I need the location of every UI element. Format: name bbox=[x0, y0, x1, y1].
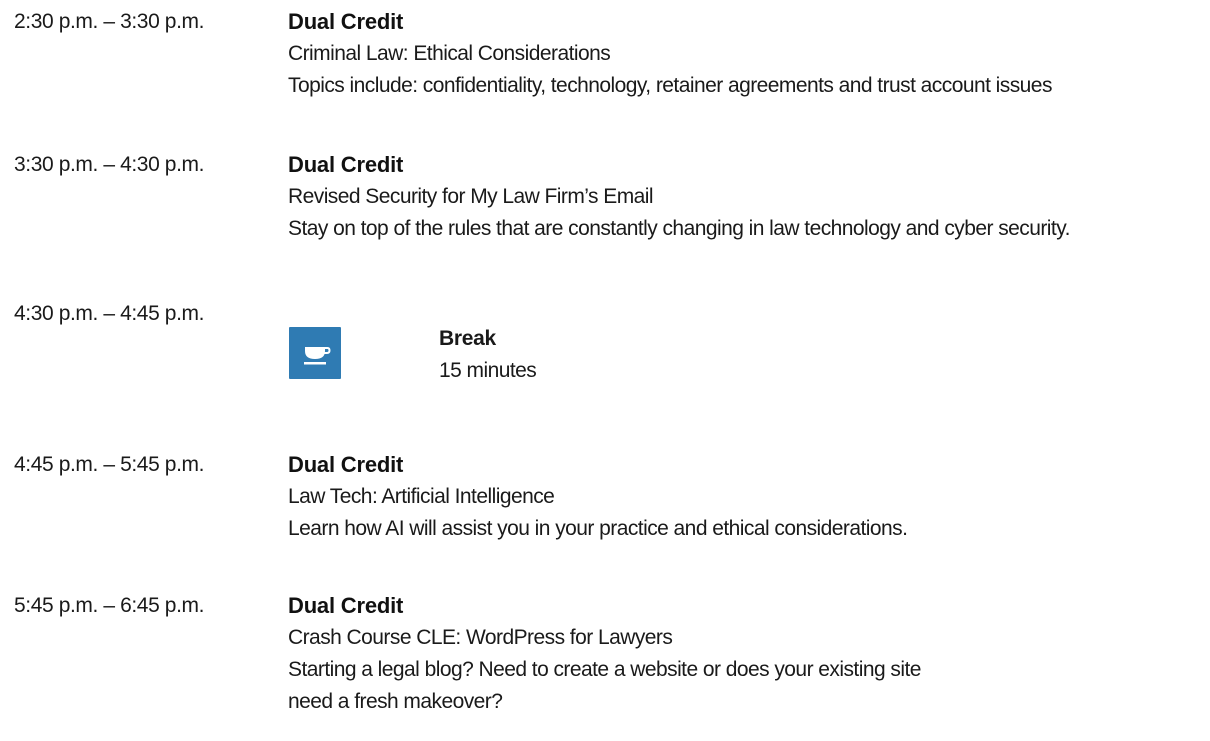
session-time: 3:30 p.m. – 4:30 p.m. bbox=[14, 153, 205, 176]
coffee-cup-icon bbox=[289, 327, 341, 379]
session-title: Revised Security for My Law Firm’s Email bbox=[288, 185, 654, 208]
session-description: Topics include: confidentiality, technol… bbox=[288, 74, 1052, 97]
session-title: Crash Course CLE: WordPress for Lawyers bbox=[288, 626, 673, 649]
session-credit: Dual Credit bbox=[288, 593, 404, 618]
session-time: 4:45 p.m. – 5:45 p.m. bbox=[14, 453, 205, 476]
session-description: Learn how AI will assist you in your pra… bbox=[288, 517, 908, 540]
session-description: Starting a legal blog? Need to create a … bbox=[288, 658, 921, 713]
session-content: Dual Credit Law Tech: Artificial Intelli… bbox=[288, 449, 1198, 545]
session-time: 5:45 p.m. – 6:45 p.m. bbox=[14, 594, 205, 617]
session-credit: Dual Credit bbox=[288, 152, 404, 177]
session-description: Stay on top of the rules that are consta… bbox=[288, 217, 1070, 240]
break-content: Break 15 minutes bbox=[439, 323, 537, 387]
break-title: Break bbox=[439, 327, 496, 350]
break-time: 4:30 p.m. – 4:45 p.m. bbox=[14, 302, 205, 325]
session-title: Law Tech: Artificial Intelligence bbox=[288, 485, 555, 508]
session-content: Dual Credit Crash Course CLE: WordPress … bbox=[288, 590, 1198, 718]
session-content: Dual Credit Revised Security for My Law … bbox=[288, 149, 1198, 245]
session-title: Criminal Law: Ethical Considerations bbox=[288, 42, 611, 65]
break-duration: 15 minutes bbox=[439, 359, 537, 382]
session-credit: Dual Credit bbox=[288, 452, 404, 477]
session-time: 2:30 p.m. – 3:30 p.m. bbox=[14, 10, 205, 33]
session-credit: Dual Credit bbox=[288, 9, 404, 34]
session-content: Dual Credit Criminal Law: Ethical Consid… bbox=[288, 6, 1198, 102]
